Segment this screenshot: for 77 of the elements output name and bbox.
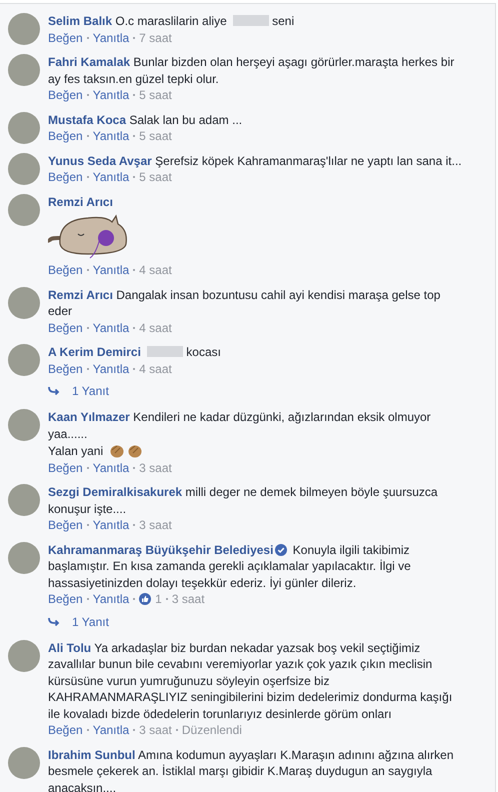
comment-action-link[interactable]: Yanıtla — [92, 460, 130, 476]
comment-meta-text: 3 saat — [139, 517, 172, 534]
author-name-link[interactable]: Ibrahim Sunbul — [48, 748, 136, 762]
comment-action-link[interactable]: Yanıtla — [92, 591, 130, 608]
author-name-link[interactable]: Fahri Kamalak — [48, 55, 130, 69]
avatar-placeholder — [8, 112, 40, 144]
avatar-placeholder — [8, 542, 40, 574]
comment-text: Mustafa Koca Salak lan bu adam ... — [48, 112, 244, 128]
comment-text: Ali Tolu Ya arkadaşlar biz burdan nekadar yazsak boş vekil seçtiğimiz zavallılar bunun bile cevabını veremiyorlar yazık çok yazık çıkın meclisin kürsüsüne vurun yumruğunuzu söyleyin oşerfsize biz KAHRAMANMARAŞLIYIZ seningibilerini bizim dedelerimiz dondurma kaşığı ile kovaladı bizde ödedelerin torunlarıyız desinlerde görüm onları — [48, 640, 454, 722]
comment-text: Sezgi Demiralkisakurek milli deger ne demek bilmeyen böyle şuursuzca konuşur işte.... — [48, 484, 439, 517]
comment-meta-text: 4 saat — [139, 262, 172, 278]
thumbs-up-icon — [139, 593, 152, 606]
author-name-link[interactable]: Mustafa Koca — [48, 112, 126, 126]
author-name-link[interactable]: Remzi Arıcı — [48, 288, 113, 302]
comment-meta-text: 3 saat — [172, 591, 205, 608]
comment-action-link[interactable]: Yanıtla — [92, 722, 130, 738]
comment-action-link[interactable]: Beğen — [48, 360, 83, 377]
avatar-placeholder — [8, 746, 40, 778]
comment-meta-text: 3 saat — [139, 460, 172, 476]
blurred-word — [147, 346, 184, 357]
author-name-link[interactable]: Sezgi Demiralkisakurek — [48, 485, 182, 499]
avatar-placeholder — [8, 286, 40, 318]
comment-action-link[interactable]: Yanıtla — [92, 169, 130, 186]
avatar-placeholder — [8, 409, 40, 441]
author-name-link[interactable]: Ali Tolu — [48, 640, 92, 654]
blurred-word — [233, 15, 270, 26]
comment-action-link[interactable]: Beğen — [48, 517, 83, 534]
comment-meta-text: 3 saat — [139, 722, 172, 738]
comment-action-link[interactable]: Yanıtla — [92, 320, 130, 336]
avatar-placeholder — [8, 194, 40, 226]
comment-meta-text: 5 saat — [139, 169, 172, 186]
author-name-link[interactable]: Yunus Seda Avşar — [48, 154, 152, 168]
comment-action-link[interactable]: Yanıtla — [92, 262, 130, 278]
author-name-link[interactable]: Kaan Yılmazer — [48, 410, 130, 424]
author-name-link[interactable]: A Kerim Demirci — [48, 345, 141, 359]
avatar-placeholder — [8, 640, 40, 672]
comment-text: Yunus Seda Avşar Şerefsiz köpek Kahramanmaraş'lılar ne yaptı lan sana it... — [48, 152, 463, 169]
comment-text: Ibrahim Sunbul Amına kodumun ayyaşları K.Maraşın adınını ağzına alırken besmele çekerek an. İstiklal marşı gibidir K.Maraş duydugun an saygıyla anacaksın.... — [48, 746, 455, 792]
comment-meta-text: 5 saat — [139, 128, 172, 144]
comment-action-link[interactable]: Yanıtla — [92, 517, 130, 534]
comment-action-link[interactable]: Beğen — [48, 30, 83, 46]
author-name-link[interactable]: Selim Balık — [48, 14, 112, 28]
comment-text: A Kerim Demirci kocası — [48, 344, 222, 360]
comment-text: Kaan Yılmazer Kendileri ne kadar düzgünki, ağızlarından eksik olmuyor yaa...... Yalan yani — [48, 409, 432, 460]
comment-action-link[interactable]: Beğen — [48, 320, 83, 336]
comment-meta-text: 5 saat — [139, 87, 172, 104]
comment-meta-text: Düzenlendi — [182, 722, 242, 738]
comment-text: Remzi Arıcı Dangalak insan bozuntusu cahil ayi kendisi maraşa gelse top eder — [48, 286, 442, 320]
author-name-link[interactable]: Remzi Arıcı — [48, 194, 113, 208]
comment-action-link[interactable]: Yanıtla — [92, 360, 130, 377]
avatar-placeholder — [8, 152, 40, 184]
replies-link[interactable]: 1 Yanıt — [72, 614, 109, 630]
comment-action-link[interactable]: Beğen — [48, 460, 83, 476]
comment-text: Selim Balık O.c maraslilarin aliye seni — [48, 13, 296, 30]
reply-arrow-icon — [48, 386, 60, 396]
comment-action-link[interactable]: Yanıtla — [92, 30, 130, 46]
comment-meta-text: 4 saat — [139, 320, 172, 336]
avatar-placeholder — [8, 484, 40, 516]
author-name-link[interactable]: Kahramanmaraş Büyükşehir Belediyesi — [48, 542, 274, 556]
comment-action-link[interactable]: Beğen — [48, 722, 83, 738]
avatar-placeholder — [8, 54, 40, 86]
comment-text: Fahri Kamalak Bunlar bizden olan herşeyi aşagı görürler.maraşta herkes bir ay fes taksın.en güzel tepki olur. — [48, 54, 456, 87]
avatar-placeholder — [8, 344, 40, 376]
avatar-placeholder — [8, 13, 40, 45]
comment-action-link[interactable]: Beğen — [48, 87, 83, 104]
comment-meta-text: 4 saat — [139, 360, 172, 377]
like-count: 1 — [155, 591, 162, 608]
comment-action-link[interactable]: Yanıtla — [92, 128, 130, 144]
comment-meta-text: 7 saat — [139, 30, 172, 46]
comment-action-link[interactable]: Beğen — [48, 591, 83, 608]
comment-action-link[interactable]: Beğen — [48, 169, 83, 186]
replies-link[interactable]: 1 Yanıt — [72, 383, 109, 399]
comment-action-link[interactable]: Beğen — [48, 262, 83, 278]
comment-action-link[interactable]: Beğen — [48, 128, 83, 144]
comment-action-link[interactable]: Yanıtla — [92, 87, 130, 104]
comment-text: Kahramanmaraş Büyükşehir Belediyesi Konuyla ilgili takibimiz başlamıştır. En kısa zamanda gerekli açıklamalar yapılacaktır. İlgi ve hassasiyetinizden dolayı teşekkür ederiz. İyi günler dileriz. — [48, 542, 412, 591]
reply-arrow-icon — [48, 616, 60, 626]
